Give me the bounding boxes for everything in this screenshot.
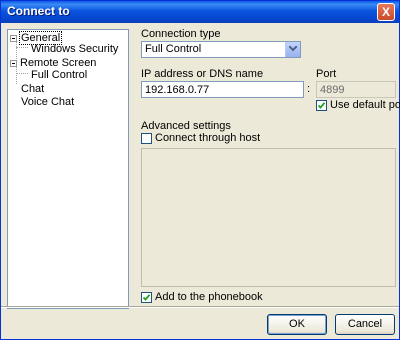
tree-item-remote-screen[interactable]: Remote Screen	[10, 57, 97, 69]
connection-type-label: Connection type	[141, 28, 221, 40]
tree-item-full-control[interactable]: Full Control	[30, 69, 88, 81]
connect-dialog: Connect to X General Windows Security Re…	[0, 0, 400, 340]
advanced-settings-label: Advanced settings	[141, 120, 231, 132]
tree-connector	[16, 67, 17, 84]
window-title: Connect to	[7, 4, 70, 18]
tree-item-windows-security[interactable]: Windows Security	[30, 43, 119, 55]
use-default-port-label[interactable]: Use default port	[330, 99, 400, 111]
add-to-phonebook-checkbox[interactable]	[141, 292, 152, 303]
connection-type-value: Full Control	[145, 43, 202, 55]
connect-through-host-checkbox[interactable]	[141, 133, 152, 144]
chevron-down-icon[interactable]	[285, 42, 300, 57]
tree-connector	[16, 73, 28, 74]
category-tree[interactable]: General Windows Security Remote Screen F…	[7, 29, 129, 309]
port-field[interactable]	[316, 81, 396, 98]
tree-connector	[16, 47, 28, 48]
cancel-button[interactable]: Cancel	[335, 314, 395, 335]
collapse-icon[interactable]	[10, 34, 17, 42]
ip-address-input[interactable]	[142, 82, 303, 97]
ip-address-label: IP address or DNS name	[141, 68, 264, 80]
close-icon: X	[381, 5, 390, 19]
checkmark-icon	[142, 294, 151, 301]
ok-button[interactable]: OK	[267, 314, 327, 335]
ip-address-field[interactable]	[141, 81, 304, 98]
title-bar[interactable]: Connect to X	[1, 1, 399, 23]
add-to-phonebook-label[interactable]: Add to the phonebook	[155, 291, 263, 303]
port-label: Port	[316, 68, 337, 80]
connection-type-select[interactable]: Full Control	[141, 41, 301, 58]
connect-through-host-label[interactable]: Connect through host	[155, 132, 260, 144]
checkmark-icon	[317, 102, 326, 109]
use-default-port-checkbox[interactable]	[316, 100, 327, 111]
tree-item-voice-chat[interactable]: Voice Chat	[20, 96, 75, 108]
separator	[1, 306, 399, 308]
close-button[interactable]: X	[377, 3, 395, 21]
tree-item-chat[interactable]: Chat	[20, 83, 45, 95]
port-separator: :	[307, 83, 311, 95]
collapse-icon[interactable]	[10, 59, 17, 67]
host-settings-panel	[141, 148, 396, 287]
port-input[interactable]	[317, 82, 395, 97]
